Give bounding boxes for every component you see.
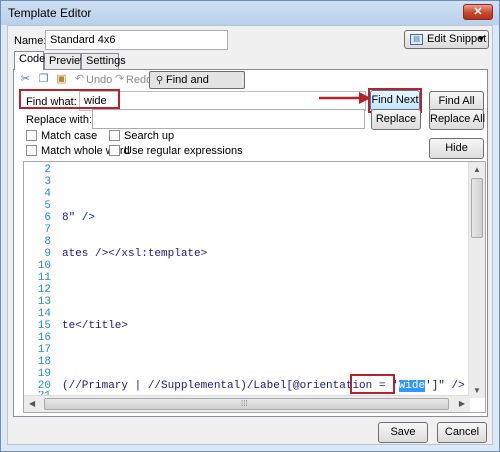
line-number: 5 — [44, 200, 51, 212]
cut-icon[interactable]: ✂ — [19, 73, 32, 86]
undo-icon[interactable]: ↶ — [73, 73, 86, 86]
use-regex-checkbox[interactable] — [109, 145, 120, 156]
line-number: 14 — [37, 308, 51, 320]
line-number: 2 — [44, 164, 51, 176]
vertical-scroll-thumb[interactable] — [471, 178, 483, 238]
line-number: 13 — [37, 296, 51, 308]
scroll-down-icon[interactable]: ▼ — [473, 386, 481, 395]
search-up-label[interactable]: Search up — [124, 130, 174, 142]
line-number: 19 — [37, 368, 51, 380]
match-whole-word-checkbox[interactable] — [26, 145, 37, 156]
line-number: 4 — [44, 188, 51, 200]
name-field[interactable]: Standard 4x6 — [45, 30, 228, 50]
search-up-checkbox[interactable] — [109, 130, 120, 141]
chevron-down-icon: ▾ — [478, 33, 484, 45]
line-number: 7 — [44, 224, 51, 236]
match-case-label[interactable]: Match case — [41, 130, 97, 142]
scroll-left-icon[interactable]: ◀ — [29, 399, 35, 408]
code-text: (//Primary | //Supplemental)/Label[@orie… — [62, 380, 393, 392]
find-and-replace-button[interactable]: ⚲ Find and Replace — [149, 71, 245, 102]
edit-snippet-button[interactable]: ▤ Edit Snippet ▾ — [404, 30, 489, 49]
horizontal-scroll-thumb[interactable]: ⁞⁞⁞ — [44, 398, 449, 410]
window-title: Template Editor — [8, 6, 92, 20]
line-number: 6 — [44, 212, 51, 224]
edit-snippet-label: Edit Snippet — [427, 33, 487, 45]
template-editor-window: Template Editor ✕ Name: Standard 4x6 ▤ E… — [0, 0, 500, 452]
line-number: 10 — [37, 260, 51, 272]
match-case-checkbox[interactable] — [26, 130, 37, 141]
tab-settings[interactable]: Settings — [81, 53, 126, 69]
find-field-annotation — [19, 89, 120, 109]
line-number: 17 — [37, 344, 51, 356]
line-number: 11 — [37, 272, 51, 284]
tab-preview[interactable]: Preview — [44, 53, 88, 69]
line-number-gutter: 2 3 4 5 6 7 8 9 10 11 12 13 14 15 16 17 … — [24, 162, 55, 398]
line-number: 8 — [44, 236, 51, 248]
replace-all-button[interactable]: Replace All — [429, 109, 485, 130]
grip-icon: ⁞⁞⁞ — [241, 399, 248, 408]
snippet-icon: ▤ — [410, 34, 423, 45]
line-number: 16 — [37, 332, 51, 344]
replace-button[interactable]: Replace — [371, 109, 421, 130]
annotation-arrow-icon — [319, 92, 371, 104]
close-button[interactable]: ✕ — [463, 4, 493, 20]
line-number: 3 — [44, 176, 51, 188]
search-match-highlight: wide — [398, 380, 426, 392]
code-line-20: (//Primary | //Supplemental)/Label[@orie… — [62, 380, 465, 392]
binoculars-icon: ⚲ — [155, 75, 164, 86]
tab-code[interactable]: Code — [14, 51, 45, 70]
vertical-scrollbar[interactable]: ▲ ▼ — [468, 162, 485, 398]
hide-button[interactable]: Hide — [429, 138, 484, 159]
name-label: Name: — [14, 35, 47, 47]
line-number: 18 — [37, 356, 51, 368]
replace-with-field[interactable] — [92, 109, 365, 129]
undo-label[interactable]: Undo — [86, 74, 112, 86]
paste-icon[interactable]: ▣ — [55, 73, 68, 86]
line-number: 12 — [37, 284, 51, 296]
code-text: ' — [425, 380, 432, 392]
code-line: ates /></xsl:template> — [62, 248, 208, 260]
replace-with-label: Replace with: — [26, 114, 93, 126]
editor-toolbar: ✂ ❐ ▣ ↶ Undo ↷ Redo ⚲ Find and Replace — [15, 71, 485, 102]
match-annotation — [350, 374, 395, 394]
cancel-button[interactable]: Cancel — [437, 422, 487, 443]
scroll-right-icon[interactable]: ▶ — [459, 399, 465, 408]
horizontal-scrollbar[interactable]: ◀ ⁞⁞⁞ ▶ — [24, 395, 470, 412]
line-number: 15 — [37, 320, 51, 332]
code-text: ]" /> — [431, 380, 465, 392]
code-editor[interactable]: 2 3 4 5 6 7 8 9 10 11 12 13 14 15 16 17 … — [23, 161, 486, 413]
scroll-up-icon[interactable]: ▲ — [473, 165, 481, 174]
save-button[interactable]: Save — [378, 422, 428, 443]
use-regex-label[interactable]: Use regular expressions — [124, 145, 243, 157]
code-line: 8" /> — [62, 212, 96, 224]
copy-icon[interactable]: ❐ — [37, 73, 50, 86]
title-bar[interactable]: Template Editor ✕ — [1, 1, 499, 25]
redo-icon[interactable]: ↷ — [113, 73, 126, 86]
line-number: 9 — [44, 248, 51, 260]
code-line: te</title> — [62, 320, 129, 332]
